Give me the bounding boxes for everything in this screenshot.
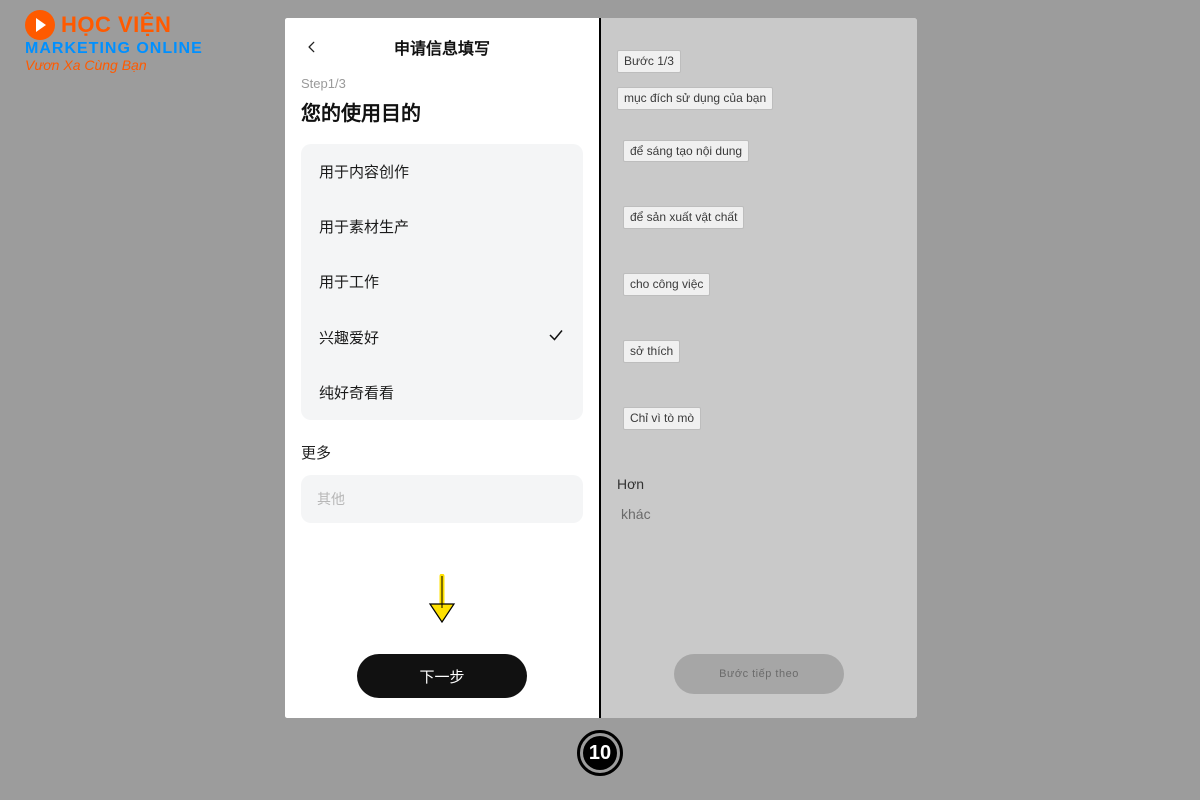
option-label: 纯好奇看看 — [319, 382, 394, 403]
panel-translation: Bước 1/3 mục đích sử dụng của bạn để sán… — [601, 18, 917, 718]
next-button-label-translated: Bước tiếp theo — [719, 668, 799, 680]
more-label: 更多 — [301, 442, 583, 463]
brand-logo: HỌC VIỆN MARKETING ONLINE Vươn Xa Cùng B… — [25, 10, 203, 73]
logo-line2: MARKETING ONLINE — [25, 40, 203, 58]
next-button[interactable]: 下一步 — [357, 654, 527, 698]
option-material-production[interactable]: 用于素材生产 — [301, 199, 583, 254]
option-material-production-translated: để sản xuất vật chất — [623, 206, 744, 229]
option-label: 兴趣爱好 — [319, 327, 379, 348]
logo-play-icon — [25, 10, 55, 40]
more-label-translated: Hơn — [617, 476, 901, 492]
tutorial-step-number: 10 — [583, 736, 617, 770]
options-list-translated: để sáng tạo nội dung để sản xuất vật chấ… — [617, 140, 901, 430]
logo-line1: HỌC VIỆN — [61, 13, 171, 37]
option-content-creation[interactable]: 用于内容创作 — [301, 144, 583, 199]
option-curious[interactable]: 纯好奇看看 — [301, 365, 583, 420]
step-indicator-translated: Bước 1/3 — [617, 50, 681, 73]
option-work[interactable]: 用于工作 — [301, 254, 583, 309]
question-title-translated: mục đích sử dụng của bạn — [617, 87, 773, 110]
option-content-creation-translated: để sáng tạo nội dung — [623, 140, 749, 163]
comparison-panels: 申请信息填写 Step1/3 您的使用目的 用于内容创作 用于素材生产 用于工作… — [285, 18, 917, 718]
option-hobby-translated: sở thích — [623, 340, 680, 363]
logo-line3: Vươn Xa Cùng Bạn — [25, 58, 203, 73]
next-button-label: 下一步 — [419, 666, 464, 687]
other-input[interactable]: 其他 — [301, 475, 583, 523]
step-indicator: Step1/3 — [301, 76, 583, 91]
header-bar: 申请信息填写 — [301, 32, 583, 62]
more-section-translated: Hơn khác — [617, 476, 901, 522]
tutorial-step-badge: 10 — [577, 730, 623, 776]
panel-original: 申请信息填写 Step1/3 您的使用目的 用于内容创作 用于素材生产 用于工作… — [285, 18, 601, 718]
check-icon — [547, 326, 565, 348]
page-title: 申请信息填写 — [301, 35, 583, 59]
next-button-translated[interactable]: Bước tiếp theo — [674, 654, 844, 694]
annotation-arrow-icon — [425, 574, 459, 628]
other-placeholder-translated: khác — [617, 506, 901, 522]
option-label: 用于工作 — [319, 271, 379, 292]
options-list: 用于内容创作 用于素材生产 用于工作 兴趣爱好 纯好奇看看 — [301, 144, 583, 420]
question-title: 您的使用目的 — [301, 97, 583, 126]
option-work-translated: cho công việc — [623, 273, 710, 296]
other-placeholder: 其他 — [317, 491, 345, 507]
option-label: 用于内容创作 — [319, 161, 409, 182]
option-hobby[interactable]: 兴趣爱好 — [301, 309, 583, 365]
option-label: 用于素材生产 — [319, 216, 409, 237]
option-curious-translated: Chỉ vì tò mò — [623, 407, 701, 430]
